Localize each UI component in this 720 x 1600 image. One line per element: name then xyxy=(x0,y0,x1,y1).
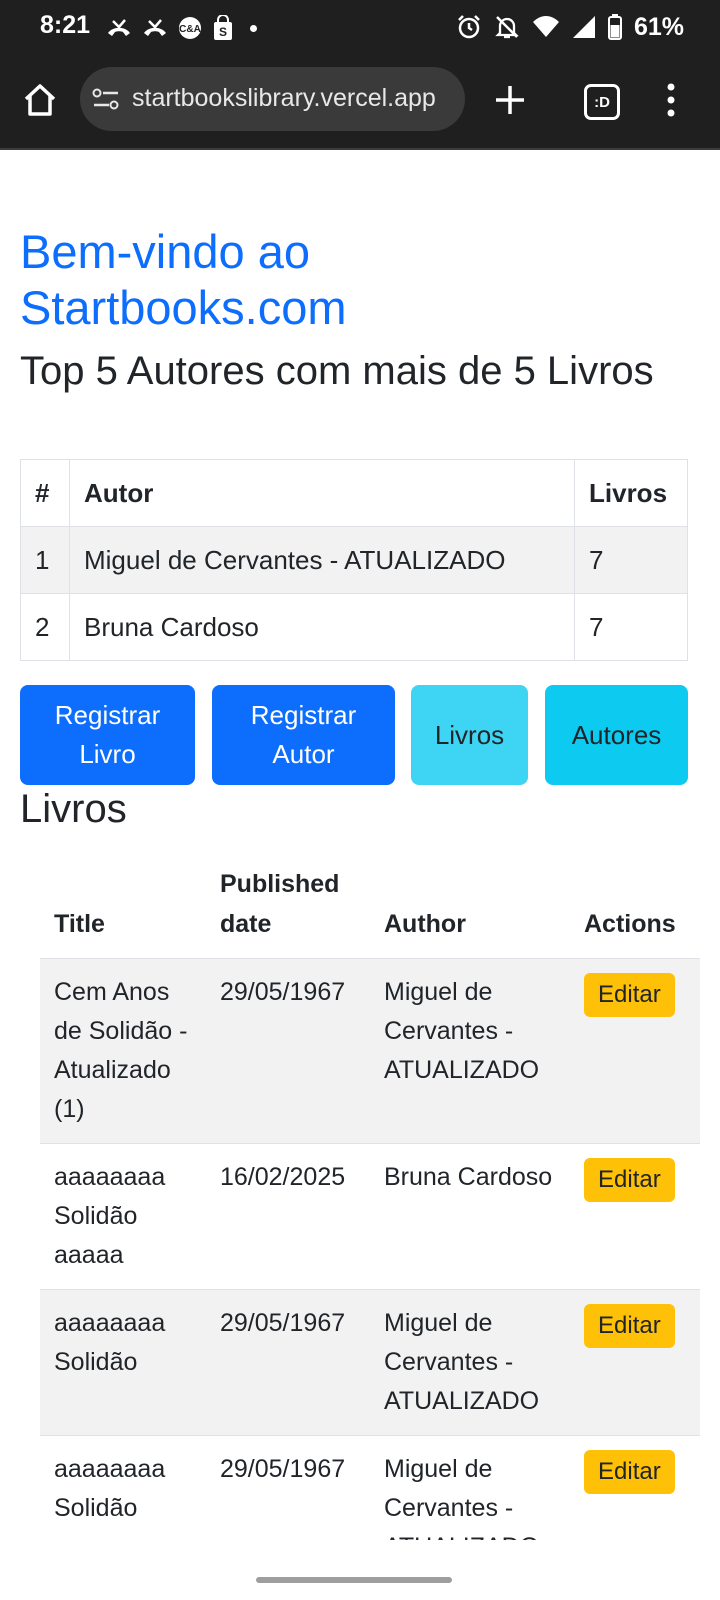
top-authors-table: # Autor Livros 1 Miguel de Cervantes - A… xyxy=(20,459,688,661)
book-date-cell: 16/02/2025 xyxy=(206,1143,370,1290)
svg-text:S: S xyxy=(219,25,227,39)
table-header: Title xyxy=(40,856,206,959)
table-row: aaaaaaaa Solidão aaaaa 16/02/2025 Bruna … xyxy=(40,1143,700,1290)
edit-button[interactable]: Editar xyxy=(584,973,675,1017)
table-header: # xyxy=(20,459,70,527)
url-text: startbookslibrary.vercel.app xyxy=(132,84,436,112)
book-title-cell: aaaaaaaa Solidão aaaaa xyxy=(40,1143,206,1290)
welcome-heading: Bem-vindo ao Startbooks.com xyxy=(20,225,347,334)
edit-button[interactable]: Editar xyxy=(584,1158,675,1202)
book-actions-cell: Editar xyxy=(570,1143,700,1290)
books-table: Title Published date Author Actions Cem … xyxy=(40,856,700,1540)
table-header: Livros xyxy=(574,459,688,527)
table-row: aaaaaaaa Solidão 29/05/1967 Miguel de Ce… xyxy=(40,1289,700,1436)
tab-switcher-button[interactable]: :D xyxy=(584,84,620,120)
shopping-bag-icon: S xyxy=(214,15,232,40)
table-cell: 1 xyxy=(20,526,70,594)
page-content: Bem-vindo ao Startbooks.com Top 5 Autore… xyxy=(20,148,700,1540)
table-header-row: # Autor Livros xyxy=(20,459,688,527)
table-header: Author xyxy=(370,856,570,959)
edit-button[interactable]: Editar xyxy=(584,1304,675,1348)
table-row: aaaaaaaa Solidão 29/05/1967 Miguel de Ce… xyxy=(40,1435,700,1540)
tab-switcher-label: :D xyxy=(594,93,610,111)
books-section-title: Livros xyxy=(20,787,127,831)
site-settings-icon[interactable] xyxy=(92,87,120,111)
plus-icon[interactable] xyxy=(490,80,530,120)
book-title-cell: aaaaaaaa Solidão xyxy=(40,1435,206,1540)
signal-icon xyxy=(572,16,595,38)
table-cell: Bruna Cardoso xyxy=(69,593,575,661)
missed-call-icon xyxy=(108,19,130,36)
svg-text:C&A: C&A xyxy=(179,24,201,35)
table-header: Published date xyxy=(206,856,370,959)
table-header-row: Title Published date Author Actions xyxy=(40,856,700,959)
browser-toolbar: startbookslibrary.vercel.app :D xyxy=(0,56,720,150)
book-date-cell: 29/05/1967 xyxy=(206,1289,370,1436)
address-bar[interactable]: startbookslibrary.vercel.app xyxy=(80,67,465,131)
book-title-cell: aaaaaaaa Solidão xyxy=(40,1289,206,1436)
book-date-cell: 29/05/1967 xyxy=(206,958,370,1144)
table-cell: Miguel de Cervantes - ATUALIZADO xyxy=(69,526,575,594)
table-cell: 7 xyxy=(574,526,688,594)
table-header: Actions xyxy=(570,856,700,959)
book-author-cell: Miguel de Cervantes - ATUALIZADO xyxy=(370,958,570,1144)
battery-icon xyxy=(607,14,622,40)
book-author-cell: Miguel de Cervantes - ATUALIZADO xyxy=(370,1289,570,1436)
authors-button[interactable]: Autores xyxy=(545,685,688,785)
ca-app-icon: C&A xyxy=(179,17,201,39)
notification-icons: C&A S xyxy=(106,13,257,43)
wifi-icon xyxy=(532,16,559,37)
status-time: 8:21 xyxy=(40,11,91,39)
gesture-navigation-bar[interactable] xyxy=(256,1577,452,1583)
book-actions-cell: Editar xyxy=(570,1435,700,1540)
edit-button[interactable]: Editar xyxy=(584,1450,675,1494)
book-actions-cell: Editar xyxy=(570,1289,700,1436)
book-title-cell: Cem Anos de Solidão - Atualizado (1) xyxy=(40,958,206,1144)
book-author-cell: Bruna Cardoso xyxy=(370,1143,570,1290)
table-row: 2 Bruna Cardoso 7 xyxy=(20,593,688,661)
books-button[interactable]: Livros xyxy=(411,685,528,785)
battery-percentage: 61% xyxy=(633,12,684,41)
table-cell: 2 xyxy=(20,593,70,661)
alarm-icon xyxy=(458,15,480,39)
notification-dot xyxy=(250,24,257,32)
table-cell: 7 xyxy=(574,593,688,661)
book-author-cell: Miguel de Cervantes - ATUALIZADO xyxy=(370,1435,570,1540)
book-actions-cell: Editar xyxy=(570,958,700,1144)
bell-off-icon xyxy=(495,16,519,39)
register-author-button[interactable]: Registrar Autor xyxy=(212,685,395,785)
missed-call-icon xyxy=(144,19,166,36)
top-authors-title: Top 5 Autores com mais de 5 Livros xyxy=(20,349,654,393)
more-vert-icon[interactable] xyxy=(664,82,678,118)
table-row: Cem Anos de Solidão - Atualizado (1) 29/… xyxy=(40,958,700,1144)
home-icon[interactable] xyxy=(20,80,60,120)
system-icons: 61% xyxy=(456,12,684,42)
book-date-cell: 29/05/1967 xyxy=(206,1435,370,1540)
status-bar: 8:21 C&A S 61% xyxy=(0,0,720,56)
table-header: Autor xyxy=(69,459,575,527)
table-row: 1 Miguel de Cervantes - ATUALIZADO 7 xyxy=(20,526,688,594)
register-book-button[interactable]: Registrar Livro xyxy=(20,685,195,785)
